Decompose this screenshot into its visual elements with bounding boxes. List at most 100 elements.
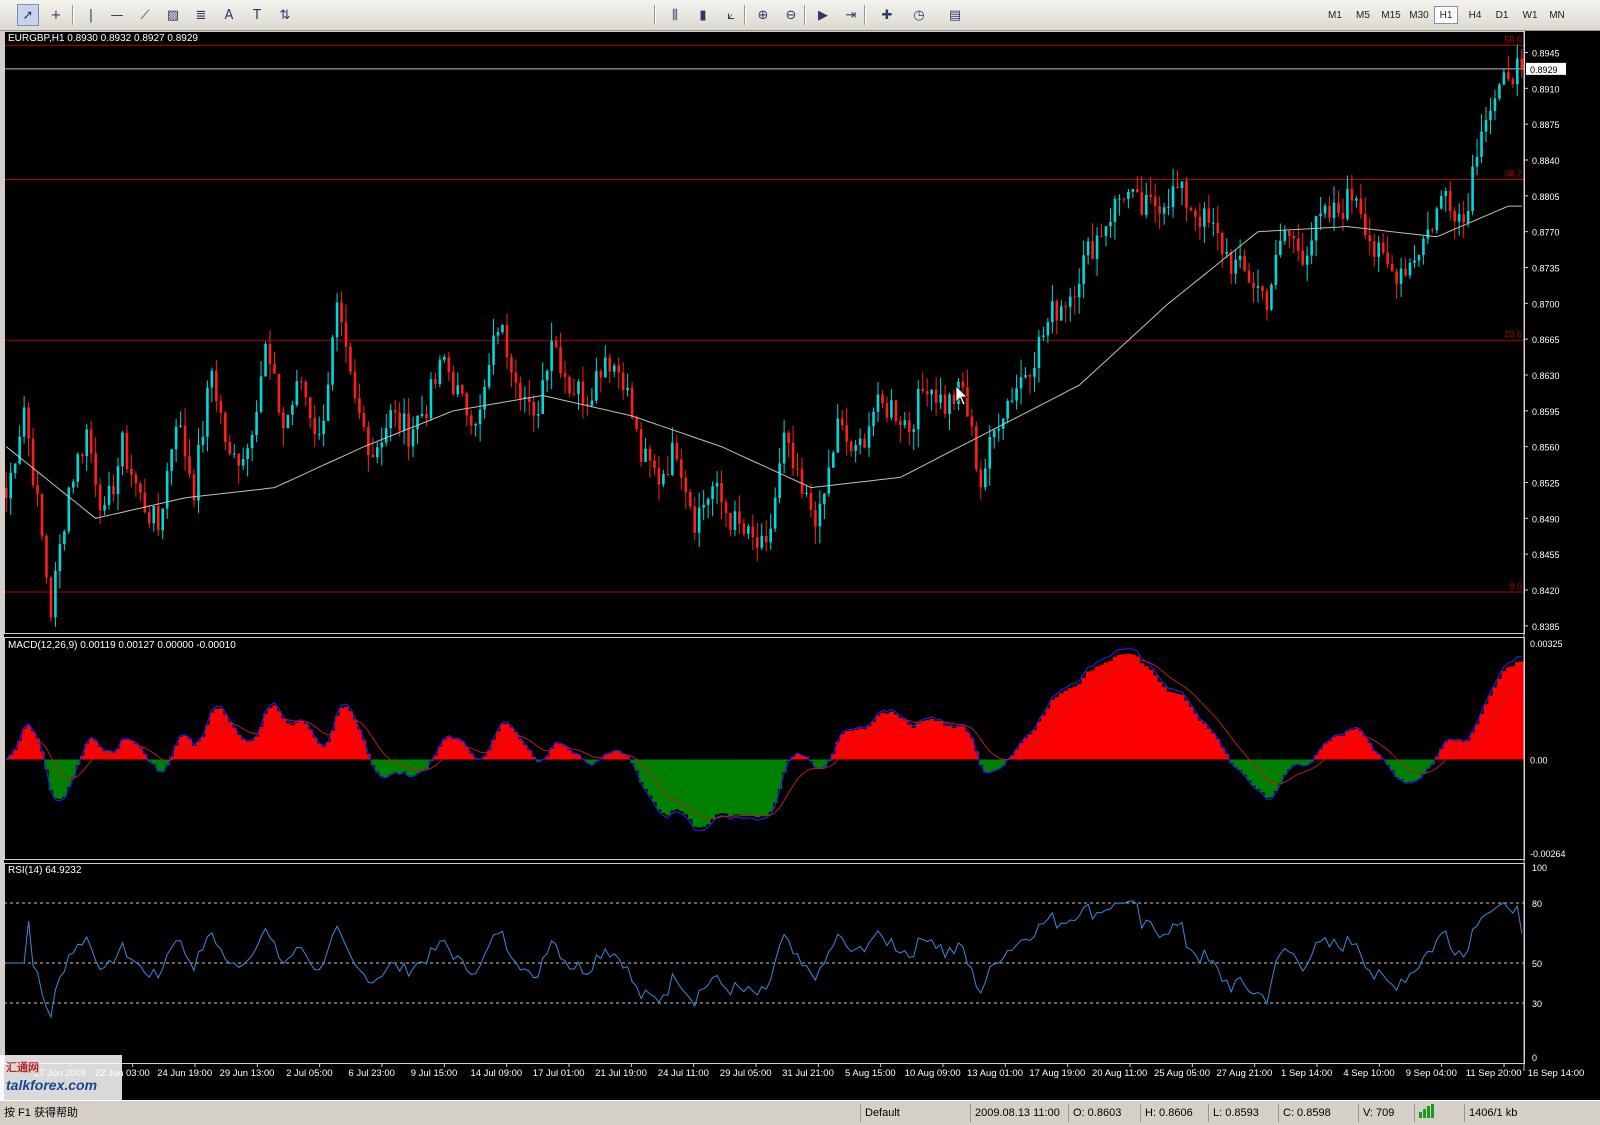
price-axis-label: 0.8385 (1532, 622, 1560, 632)
timeframe-m30-button[interactable]: M30 (1406, 6, 1432, 24)
equidistant-channel-icon[interactable]: ▨ (162, 4, 184, 26)
candle-body (1422, 239, 1425, 255)
chart-window[interactable]: 50.038.223.60.0 0.89450.89100.88750.8840… (4, 31, 1600, 1100)
macd-histogram-bar (880, 713, 885, 760)
candle-body (398, 413, 401, 431)
candle-body (1418, 255, 1421, 261)
candle-body (1024, 375, 1027, 377)
price-axis-label: 0.8630 (1532, 371, 1560, 381)
timeframe-m5-button[interactable]: M5 (1350, 6, 1376, 24)
zoom-in-icon[interactable]: ⊕ (752, 4, 774, 26)
fibo-level-label: 0.0 (1509, 581, 1522, 591)
macd-histogram-bar (178, 737, 183, 760)
price-axis-label: 0.8420 (1532, 586, 1560, 596)
candle-body (510, 357, 513, 373)
candle-body (778, 463, 781, 497)
macd-histogram-bar (1247, 759, 1252, 780)
candle-body (810, 493, 813, 510)
macd-histogram-bar (321, 747, 326, 760)
candlesticks-icon[interactable]: ▮ (692, 4, 714, 26)
candle-body (568, 377, 571, 394)
candle-body (836, 418, 839, 452)
macd-histogram-bar (1184, 701, 1189, 759)
arrows-icon[interactable]: ⇅ (274, 4, 296, 26)
timeframe-h4-button[interactable]: H4 (1462, 6, 1488, 24)
rsi-title: RSI(14) 64.9232 (8, 865, 82, 876)
time-axis-label: 29 Jun 13:00 (220, 1068, 275, 1079)
candle-body (1100, 236, 1103, 237)
crosshair-icon[interactable]: + (45, 4, 67, 26)
candle-body (555, 341, 558, 347)
templates-icon[interactable]: ▤ (944, 4, 966, 26)
chart-canvas[interactable]: 50.038.223.60.0 0.89450.89100.88750.8840… (4, 31, 1600, 1100)
zoom-out-icon[interactable]: ⊖ (780, 4, 802, 26)
toolbar-separator (864, 5, 866, 25)
macd-histogram-bar (943, 726, 948, 760)
horizontal-line-icon[interactable]: — (106, 4, 128, 26)
candle-body (1480, 132, 1483, 157)
auto-scroll-icon[interactable]: ▶ (812, 4, 834, 26)
candle-body (582, 381, 585, 404)
rsi-axis-label: 50 (1532, 959, 1542, 969)
macd-histogram-bar (715, 759, 720, 814)
status-profile[interactable]: Default (860, 1104, 970, 1122)
candle-body (747, 526, 750, 533)
candle-body (877, 394, 880, 411)
fibo-level-label: 23.6 (1504, 329, 1522, 339)
macd-histogram-bar (742, 759, 747, 815)
candle-body (36, 485, 39, 494)
candle-body (1297, 239, 1300, 251)
timeframe-m1-button[interactable]: M1 (1322, 6, 1348, 24)
candle-body (1252, 283, 1255, 288)
candle-body (300, 381, 303, 382)
macd-histogram-bar (728, 759, 733, 816)
rsi-axis-label: 100 (1532, 863, 1547, 873)
candle-body (1069, 296, 1072, 306)
candle-body (1494, 98, 1497, 110)
candle-body (684, 478, 687, 492)
timeframe-w1-button[interactable]: W1 (1518, 6, 1542, 24)
candle-body (452, 372, 455, 394)
candle-body (1225, 252, 1228, 254)
candle-body (1400, 269, 1403, 284)
text-label-icon[interactable]: T (246, 4, 268, 26)
candle-body (743, 524, 746, 534)
timeframe-d1-button[interactable]: D1 (1490, 6, 1514, 24)
timeframe-mn-button[interactable]: MN (1546, 6, 1568, 24)
bar-chart-icon[interactable]: ⫼ (664, 4, 686, 26)
macd-histogram-bar (1059, 693, 1064, 759)
candle-body (470, 416, 473, 426)
candle-body (1047, 322, 1050, 335)
trendline-icon[interactable]: ⟋ (134, 4, 156, 26)
candle-body (953, 395, 956, 405)
candle-body (1109, 222, 1112, 226)
candle-body (144, 493, 147, 513)
time-axis-label: 24 Jun 19:00 (157, 1068, 212, 1079)
timeframe-h1-button[interactable]: H1 (1434, 6, 1458, 24)
macd-histogram-bar (1256, 759, 1261, 789)
macd-histogram-bar (929, 719, 934, 759)
candle-body (1319, 214, 1322, 217)
line-chart-icon[interactable]: ⟀ (720, 4, 742, 26)
periods-icon[interactable]: ◷ (908, 4, 930, 26)
macd-histogram-bar (1202, 724, 1207, 760)
candle-body (18, 437, 21, 464)
candle-body (385, 428, 388, 442)
macd-histogram-bar (183, 736, 188, 760)
candle-body (456, 385, 459, 394)
indicators-icon[interactable]: ✚ (876, 4, 898, 26)
candle-body (997, 429, 1000, 431)
macd-histogram-bar (505, 724, 510, 759)
macd-histogram-bar (1064, 691, 1069, 760)
fibonacci-retracement-icon[interactable]: ≣ (190, 4, 212, 26)
candle-body (729, 513, 732, 530)
timeframe-m15-button[interactable]: M15 (1378, 6, 1404, 24)
macd-histogram-bar (782, 759, 787, 772)
macd-histogram-bar (1113, 657, 1118, 760)
vertical-line-icon[interactable]: | (80, 4, 102, 26)
text-icon[interactable]: A (218, 4, 240, 26)
cursor-icon[interactable]: ➚ (17, 4, 39, 26)
chart-shift-icon[interactable]: ⇥ (840, 4, 862, 26)
candle-body (1275, 255, 1278, 285)
candle-body (1234, 260, 1237, 274)
